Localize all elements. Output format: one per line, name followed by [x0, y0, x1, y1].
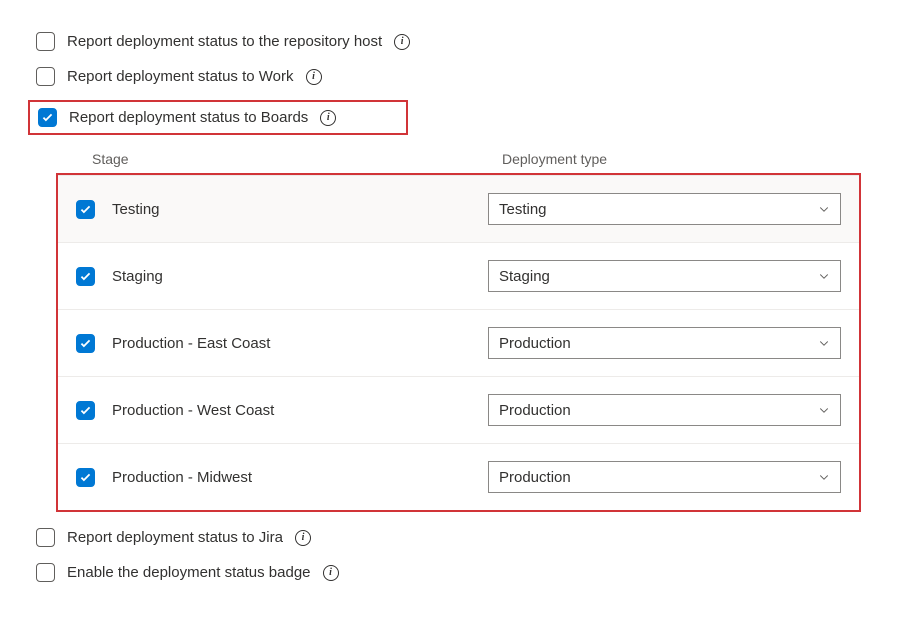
stage-row: Production - West Coast Production: [58, 376, 859, 443]
stage-name: Production - Midwest: [112, 469, 488, 486]
stage-checkbox[interactable]: [76, 401, 95, 420]
stages-column-headers: Stage Deployment type: [92, 151, 861, 167]
deployment-type-dropdown[interactable]: Staging: [488, 260, 841, 292]
chevron-down-icon: [818, 404, 830, 416]
option-label-jira: Report deployment status to Jira: [67, 529, 283, 546]
chevron-down-icon: [818, 270, 830, 282]
deployment-type-dropdown[interactable]: Testing: [488, 193, 841, 225]
checkbox-jira[interactable]: [36, 528, 55, 547]
check-icon: [79, 337, 92, 350]
info-icon[interactable]: i: [323, 565, 339, 581]
option-repo-host: Report deployment status to the reposito…: [36, 32, 861, 51]
column-header-type: Deployment type: [502, 151, 861, 167]
deployment-type-dropdown[interactable]: Production: [488, 461, 841, 493]
stage-checkbox[interactable]: [76, 334, 95, 353]
stage-checkbox[interactable]: [76, 200, 95, 219]
chevron-down-icon: [818, 337, 830, 349]
check-icon: [79, 404, 92, 417]
check-icon: [79, 471, 92, 484]
option-label-work: Report deployment status to Work: [67, 68, 294, 85]
option-work: Report deployment status to Work i: [36, 67, 861, 86]
check-icon: [79, 203, 92, 216]
check-icon: [41, 111, 54, 124]
option-boards: Report deployment status to Boards i: [28, 100, 408, 135]
stages-table: Testing Testing Staging Staging Producti…: [56, 173, 861, 512]
stage-name: Testing: [112, 201, 488, 218]
info-icon[interactable]: i: [306, 69, 322, 85]
dropdown-value: Staging: [499, 268, 550, 285]
checkbox-badge[interactable]: [36, 563, 55, 582]
option-label-repo-host: Report deployment status to the reposito…: [67, 33, 382, 50]
dropdown-value: Production: [499, 469, 571, 486]
info-icon[interactable]: i: [295, 530, 311, 546]
stage-row: Staging Staging: [58, 242, 859, 309]
stage-name: Production - East Coast: [112, 335, 488, 352]
checkbox-boards[interactable]: [38, 108, 57, 127]
check-icon: [79, 270, 92, 283]
stage-row: Production - East Coast Production: [58, 309, 859, 376]
option-jira: Report deployment status to Jira i: [36, 528, 861, 547]
dropdown-value: Production: [499, 402, 571, 419]
deployment-type-dropdown[interactable]: Production: [488, 327, 841, 359]
dropdown-value: Testing: [499, 201, 547, 218]
stage-row: Testing Testing: [58, 175, 859, 242]
stage-name: Staging: [112, 268, 488, 285]
checkbox-repo-host[interactable]: [36, 32, 55, 51]
stage-checkbox[interactable]: [76, 468, 95, 487]
deployment-type-dropdown[interactable]: Production: [488, 394, 841, 426]
checkbox-work[interactable]: [36, 67, 55, 86]
stage-name: Production - West Coast: [112, 402, 488, 419]
stage-checkbox[interactable]: [76, 267, 95, 286]
stage-row: Production - Midwest Production: [58, 443, 859, 510]
chevron-down-icon: [818, 203, 830, 215]
dropdown-value: Production: [499, 335, 571, 352]
column-header-stage: Stage: [92, 151, 502, 167]
info-icon[interactable]: i: [320, 110, 336, 126]
info-icon[interactable]: i: [394, 34, 410, 50]
chevron-down-icon: [818, 471, 830, 483]
option-label-boards: Report deployment status to Boards: [69, 109, 308, 126]
option-label-badge: Enable the deployment status badge: [67, 564, 311, 581]
option-badge: Enable the deployment status badge i: [36, 563, 861, 582]
